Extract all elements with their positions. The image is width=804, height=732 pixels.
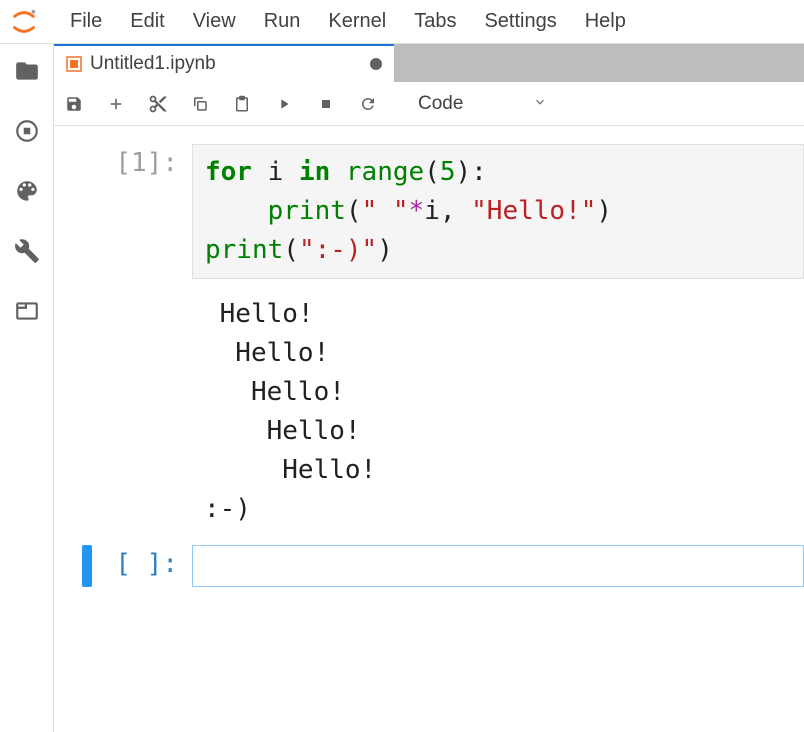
palette-icon[interactable] xyxy=(14,178,40,204)
add-icon[interactable] xyxy=(106,94,126,114)
notebook-toolbar: Code xyxy=(54,82,804,126)
chevron-down-icon xyxy=(533,93,547,115)
cell-prompt: [1]: xyxy=(102,144,192,279)
menu-help[interactable]: Help xyxy=(571,4,640,39)
menu-run[interactable]: Run xyxy=(250,4,315,39)
copy-icon[interactable] xyxy=(190,94,210,114)
folder-icon[interactable] xyxy=(14,58,40,84)
restart-icon[interactable] xyxy=(358,94,378,114)
code-input[interactable]: for i in range(5): print(" "*i, "Hello!"… xyxy=(192,144,804,279)
dirty-indicator-icon xyxy=(370,58,382,70)
notebook-area: [1]:for i in range(5): print(" "*i, "Hel… xyxy=(54,126,804,732)
notebook-tab[interactable]: Untitled1.ipynb xyxy=(54,44,394,82)
main-panel: Untitled1.ipynb xyxy=(54,44,804,732)
menu-edit[interactable]: Edit xyxy=(116,4,178,39)
code-input[interactable] xyxy=(192,545,804,587)
left-sidebar xyxy=(0,44,54,732)
menu-settings[interactable]: Settings xyxy=(470,4,570,39)
tabs-icon[interactable] xyxy=(14,298,40,324)
menubar: FileEditViewRunKernelTabsSettingsHelp xyxy=(0,0,804,44)
active-cell-indicator xyxy=(82,545,92,587)
running-icon[interactable] xyxy=(14,118,40,144)
tab-bar: Untitled1.ipynb xyxy=(54,44,804,82)
notebook-icon xyxy=(66,56,82,72)
wrench-icon[interactable] xyxy=(14,238,40,264)
celltype-label: Code xyxy=(418,93,463,115)
menu-kernel[interactable]: Kernel xyxy=(314,4,400,39)
cut-icon[interactable] xyxy=(148,94,168,114)
code-cell[interactable]: [ ]: xyxy=(54,541,804,591)
stop-icon[interactable] xyxy=(316,94,336,114)
celltype-dropdown[interactable]: Code xyxy=(418,93,547,115)
cell-prompt: [ ]: xyxy=(102,545,192,587)
menu-view[interactable]: View xyxy=(179,4,250,39)
jupyter-logo xyxy=(8,6,40,38)
menu-file[interactable]: File xyxy=(56,4,116,39)
cell-output: Hello! Hello! Hello! Hello! Hello! :-) xyxy=(192,287,804,537)
save-icon[interactable] xyxy=(64,94,84,114)
menu-tabs[interactable]: Tabs xyxy=(400,4,470,39)
cell-output-row: Hello! Hello! Hello! Hello! Hello! :-) xyxy=(54,283,804,541)
code-cell[interactable]: [1]:for i in range(5): print(" "*i, "Hel… xyxy=(54,140,804,283)
run-icon[interactable] xyxy=(274,94,294,114)
paste-icon[interactable] xyxy=(232,94,252,114)
tab-title: Untitled1.ipynb xyxy=(90,53,362,75)
